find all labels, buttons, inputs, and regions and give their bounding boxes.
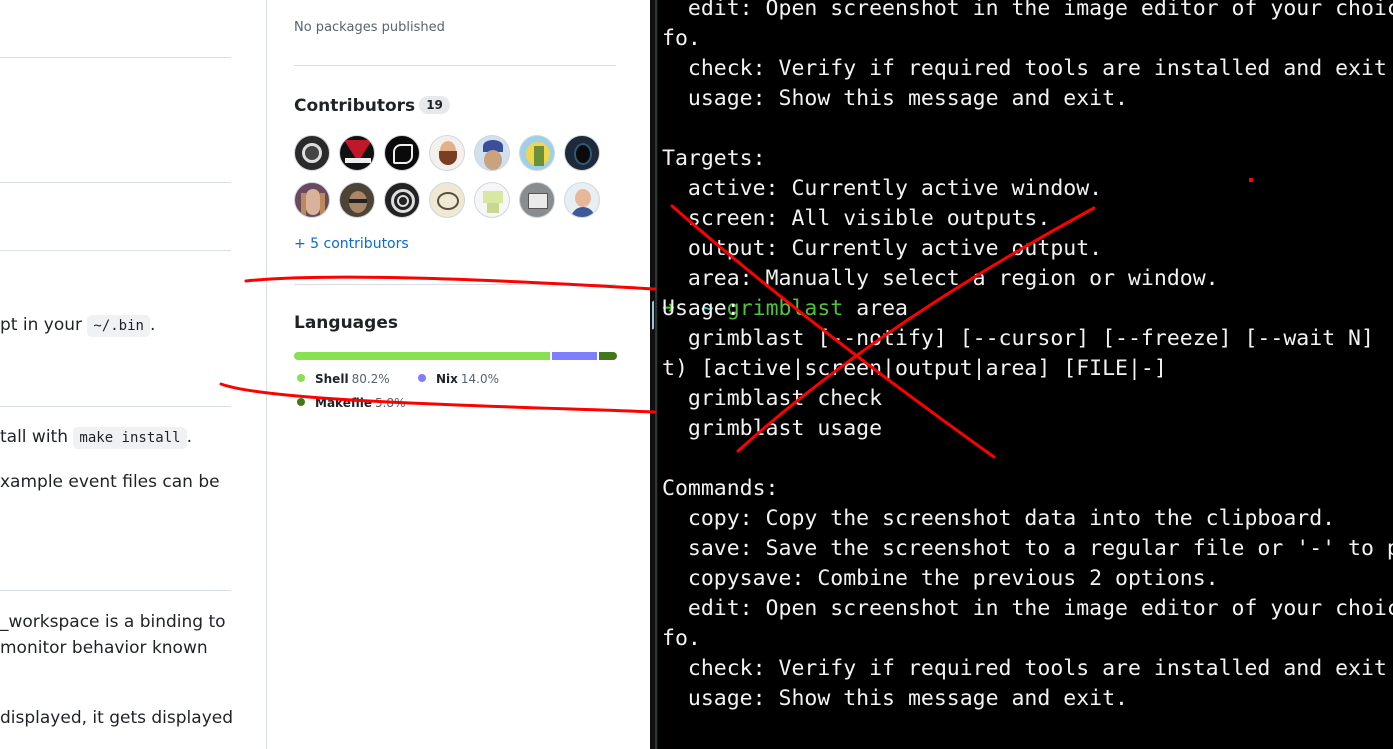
readme-text: . [149,315,156,335]
divider [294,284,616,285]
language-bar-segment [551,352,597,360]
terminal-line: grimblast check [662,386,883,411]
language-color-dot [297,374,305,382]
terminal-line: copy: Copy the screenshot data into the … [662,506,1336,531]
terminal-line: check: Verify if required tools are inst… [662,656,1387,681]
terminal-line: Commands: [662,476,779,501]
terminal-line: edit: Open screenshot in the image edito… [662,596,1393,621]
divider [0,250,231,251]
terminal-line: check: Verify if required tools are inst… [662,56,1387,81]
terminal-line: edit: Open screenshot in the image edito… [662,0,1393,21]
terminal-window[interactable]: edit: Open screenshot in the image edito… [658,0,1393,749]
contributors-heading[interactable]: Contributors 19 [294,96,450,116]
avatar[interactable] [474,182,510,218]
readme-text: pt in your [0,315,88,335]
terminal-line: fo. [662,26,701,51]
terminal-line: grimblast usage [662,416,883,441]
window-border [655,0,657,749]
language-name: Makefile [315,396,372,410]
readme-line: pt in your ~/.bin. [0,314,155,337]
terminal-line: area: Manually select a region or window… [662,266,1219,291]
avatar[interactable] [339,135,375,171]
contributors-count-badge: 19 [419,96,450,114]
avatar[interactable] [384,182,420,218]
languages-bar [294,352,617,360]
terminal-line: save: Save the screenshot to a regular f… [662,536,1393,561]
language-percent: 5.8% [374,396,406,410]
avatar[interactable] [294,135,330,171]
prompt-arguments: area [843,296,908,321]
terminal-line: Usage: [662,296,740,321]
language-name: Nix [436,372,458,386]
readme-line: monitor behavior known [0,638,208,658]
terminal-line: fo. [662,626,701,651]
readme-line: displayed, it gets displayed [0,708,234,728]
language-nix[interactable]: Nix 14.0% [418,372,499,386]
repo-sidebar: No packages published Contributors 19 + 5… [266,0,650,749]
terminal-line: usage: Show this message and exit. [662,686,1128,711]
avatar[interactable] [519,135,555,171]
avatar[interactable] [429,182,465,218]
divider [0,182,231,183]
inline-code: ~/.bin [87,315,150,337]
language-shell[interactable]: Shell 80.2% [297,372,390,386]
avatar[interactable] [429,135,465,171]
avatar[interactable] [519,182,555,218]
divider [0,406,231,407]
avatar[interactable] [294,182,330,218]
readme-pane: pt in your ~/.bin. tall with make instal… [0,0,266,749]
avatar[interactable] [339,182,375,218]
terminal-line: copysave: Combine the previous 2 options… [662,566,1219,591]
avatar[interactable] [384,135,420,171]
readme-line: tall with make install. [0,426,192,449]
language-bar-segment [598,352,617,360]
readme-line: _workspace is a binding to [0,612,226,632]
avatar[interactable] [564,182,600,218]
terminal-line: grimblast [--notify] [--cursor] [--freez… [662,326,1374,351]
terminal-line: Targets: [662,146,766,171]
divider [0,57,231,58]
readme-text: tall with [0,427,74,447]
prompt-command: grimblast [726,296,844,321]
language-percent: 80.2% [351,372,390,386]
terminal-line: t) [active|screen|output|area] [FILE|-] [662,356,1167,381]
avatar[interactable] [564,135,600,171]
language-makefile[interactable]: Makefile 5.8% [297,396,405,410]
divider [294,65,616,66]
languages-heading: Languages [294,313,398,333]
contributors-title[interactable]: Contributors [294,96,415,116]
language-bar-segment [294,352,550,360]
terminal-line: output: Currently active output. [662,236,1103,261]
readme-text: . [186,427,192,447]
more-contributors-link[interactable]: + 5 contributors [294,236,409,252]
inline-code: make install [73,427,187,449]
terminal-line: usage: Show this message and exit. [662,86,1128,111]
terminal-line: screen: All visible outputs. [662,206,1051,231]
packages-empty-text: No packages published [294,20,445,35]
avatar[interactable] [474,135,510,171]
language-name: Shell [315,372,349,386]
language-color-dot [297,398,305,406]
terminal-line: active: Currently active window. [662,176,1103,201]
language-percent: 14.0% [460,372,500,386]
language-color-dot [418,374,426,382]
contributor-avatars [294,135,604,218]
divider [0,590,231,591]
readme-line: xample event files can be [0,472,220,492]
